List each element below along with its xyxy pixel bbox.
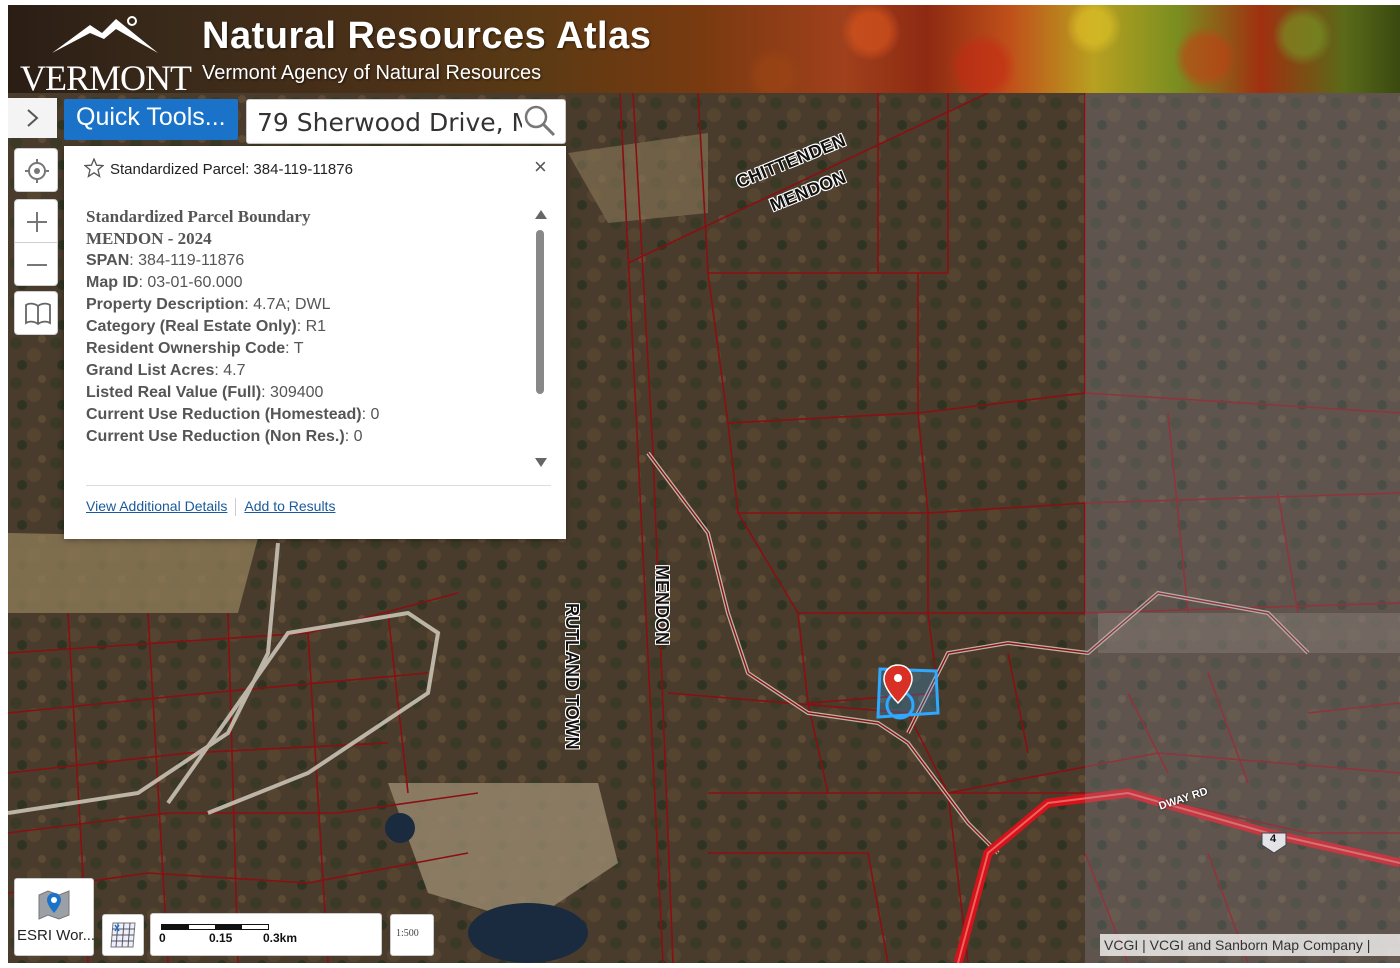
popup-subheading: MENDON - 2024 (86, 229, 212, 248)
popup-heading: Standardized Parcel Boundary (86, 207, 311, 226)
route-shield-label: 4 (1270, 833, 1277, 845)
scale-tick: 0.15 (209, 931, 233, 945)
logo-text: VERMONT (20, 58, 192, 93)
map-pin-icon (38, 890, 70, 920)
search-icon[interactable] (523, 104, 557, 138)
field-row-property-description: Property Description: 4.7A; DWL (86, 296, 331, 313)
basemap-selector-button[interactable]: ESRI Wor... (14, 878, 96, 956)
view-additional-details-link[interactable]: View Additional Details (86, 498, 227, 514)
book-icon (25, 302, 51, 326)
minus-icon (27, 264, 47, 266)
star-icon[interactable] (84, 158, 104, 178)
popup-body: Standardized Parcel Boundary MENDON - 20… (86, 206, 526, 476)
chevron-right-icon (27, 109, 39, 127)
grid-icon (110, 922, 136, 948)
scale-segment (215, 925, 242, 929)
popup-actions: View Additional Details Add to Results (86, 498, 335, 517)
scroll-up-arrow-icon[interactable] (535, 210, 547, 219)
mountain-icon (52, 16, 158, 53)
field-row-listed-real-value: Listed Real Value (Full): 309400 (86, 384, 324, 401)
scroll-down-arrow-icon[interactable] (535, 458, 547, 467)
header-banner: VERMONT Natural Resources Atlas Vermont … (8, 5, 1400, 93)
popup-scrollbar[interactable] (534, 210, 548, 468)
vermont-logo[interactable]: VERMONT (20, 13, 192, 93)
field-row-resident-ownership: Resident Ownership Code: T (86, 340, 304, 357)
map-label-town-mendon-vertical: MENDON (652, 565, 672, 645)
scale-tick: 0 (159, 931, 166, 945)
field-row-map-id: Map ID: 03-01-60.000 (86, 274, 243, 291)
plus-icon (27, 212, 47, 232)
search-input[interactable] (257, 107, 522, 137)
popup-title: Standardized Parcel: 384-119-11876 (110, 161, 353, 178)
field-row-cur-nonres: Current Use Reduction (Non Res.): 0 (86, 428, 363, 445)
scale-segment (162, 925, 189, 929)
map-attribution: VCGI | VCGI and Sanborn Map Company | (1100, 934, 1400, 956)
field-row-cur-homestead: Current Use Reduction (Homestead): 0 (86, 406, 380, 423)
field-row-span: SPAN: 384-119-11876 (86, 252, 245, 269)
map-label-town-rutland: RUTLAND TOWN (562, 603, 582, 750)
parcel-popup: Standardized Parcel: 384-119-11876 × Sta… (64, 146, 566, 539)
field-row-category: Category (Real Estate Only): R1 (86, 318, 327, 335)
scale-tick: 0.3km (263, 931, 298, 945)
scroll-thumb[interactable] (536, 230, 544, 394)
imagery-seam-overlay (1085, 93, 1400, 963)
quick-tools-button[interactable]: Quick Tools... (64, 99, 238, 140)
grid-toggle-button[interactable] (102, 914, 144, 956)
crosshair-icon (25, 159, 49, 183)
add-to-results-link[interactable]: Add to Results (244, 498, 335, 514)
scale-ratio-text: 1:500 (396, 928, 419, 939)
bookmarks-button[interactable] (14, 291, 58, 335)
zoom-in-button[interactable] (14, 199, 58, 243)
scale-bar: 0 0.15 0.3km (150, 913, 382, 956)
field-row-grand-list-acres: Grand List Acres: 4.7 (86, 362, 246, 379)
scale-bar-graphic (161, 924, 269, 930)
scale-ratio-button[interactable]: 1:500 (390, 914, 434, 956)
zoom-out-button[interactable] (14, 242, 58, 286)
popup-divider (86, 485, 551, 486)
app-subtitle: Vermont Agency of Natural Resources (202, 62, 542, 84)
locate-button[interactable] (14, 148, 58, 192)
actions-separator (235, 498, 237, 517)
search-box (246, 99, 566, 144)
expand-panel-button[interactable] (8, 98, 57, 138)
basemap-label: ESRI Wor... (17, 927, 96, 944)
close-icon[interactable]: × (534, 156, 547, 178)
app-title: Natural Resources Atlas (202, 15, 652, 57)
